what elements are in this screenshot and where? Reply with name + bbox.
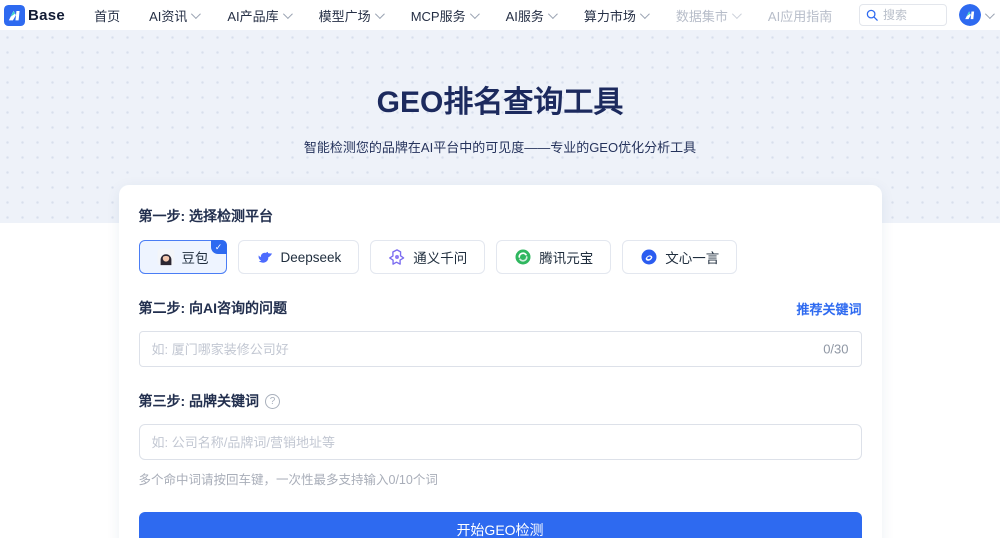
nav-label: AI产品库 — [227, 6, 278, 25]
platform-option-doubao[interactable]: 豆包 ✓ — [139, 240, 227, 274]
aibase-logo[interactable]: Base — [4, 5, 65, 26]
nav-label: 模型广场 — [319, 6, 371, 25]
aibase-logo-icon — [4, 5, 25, 26]
step2-label-text: 第二步: 向AI咨询的问题 — [139, 298, 288, 318]
nav-item-ai-products[interactable]: AI产品库 — [227, 6, 289, 25]
platform-selector: 豆包 ✓ Deepseek 通义千问 腾讯元宝 — [139, 240, 862, 274]
nav-item-data-market[interactable]: 数据集市 — [676, 6, 739, 25]
nav-label: 首页 — [94, 6, 120, 25]
step1-label: 第一步: 选择检测平台 — [139, 206, 862, 226]
chevron-down-icon — [283, 9, 293, 19]
chevron-down-icon — [732, 9, 742, 19]
step2-label: 第二步: 向AI咨询的问题 — [139, 298, 288, 318]
platform-label: 通义千问 — [413, 247, 467, 267]
wenxin-icon — [640, 248, 658, 266]
platform-label: 豆包 — [182, 247, 209, 267]
platform-option-deepseek[interactable]: Deepseek — [238, 240, 360, 274]
deepseek-icon — [256, 248, 274, 266]
geo-tool-card: 第一步: 选择检测平台 豆包 ✓ Deepseek 通义千问 — [119, 185, 882, 538]
avatar — [959, 4, 981, 26]
yuanbao-icon — [514, 248, 532, 266]
page-title: GEO排名查询工具 — [0, 30, 1000, 121]
main-nav: 首页 AI资讯 AI产品库 模型广场 MCP服务 AI服务 算力市场 数据集市 — [94, 6, 832, 25]
keywords-input[interactable] — [139, 424, 862, 460]
step1-label-text: 第一步: 选择检测平台 — [139, 206, 274, 226]
nav-label: AI服务 — [506, 6, 544, 25]
help-icon[interactable]: ? — [265, 394, 280, 409]
qwen-icon — [388, 248, 406, 266]
question-input[interactable] — [139, 331, 862, 367]
chevron-down-icon — [548, 9, 558, 19]
page-subtitle: 智能检测您的品牌在AI平台中的可见度——专业的GEO优化分析工具 — [0, 137, 1000, 156]
chevron-down-icon — [985, 9, 995, 19]
nav-item-ai-service[interactable]: AI服务 — [506, 6, 555, 25]
nav-label: MCP服务 — [411, 6, 466, 25]
question-input-wrap: 0/30 — [139, 331, 862, 367]
nav-label: 算力市场 — [584, 6, 636, 25]
platform-option-wenxin[interactable]: 文心一言 — [622, 240, 737, 274]
platform-option-qwen[interactable]: 通义千问 — [370, 240, 485, 274]
nav-item-mcp-service[interactable]: MCP服务 — [411, 6, 477, 25]
nav-item-home[interactable]: 首页 — [94, 6, 120, 25]
search-input[interactable] — [883, 8, 935, 22]
platform-label: 腾讯元宝 — [539, 247, 593, 267]
platform-option-yuanbao[interactable]: 腾讯元宝 — [496, 240, 611, 274]
top-navbar: Base 首页 AI资讯 AI产品库 模型广场 MCP服务 AI服务 算力市场 — [0, 0, 1000, 30]
nav-label: AI应用指南 — [768, 6, 832, 25]
chevron-down-icon — [640, 9, 650, 19]
search-box[interactable] — [859, 4, 947, 26]
aibase-logo-text: Base — [28, 7, 65, 24]
nav-item-ai-app-guide[interactable]: AI应用指南 — [768, 6, 832, 25]
chevron-down-icon — [470, 9, 480, 19]
question-char-counter: 0/30 — [823, 342, 848, 357]
nav-item-computing-market[interactable]: 算力市场 — [584, 6, 647, 25]
nav-right — [859, 4, 992, 26]
keywords-input-wrap — [139, 424, 862, 460]
search-icon — [866, 9, 878, 21]
nav-item-model-square[interactable]: 模型广场 — [319, 6, 382, 25]
step3-label-text: 第三步: 品牌关键词 — [139, 391, 260, 411]
platform-label: Deepseek — [281, 250, 342, 265]
step2-header: 第二步: 向AI咨询的问题 推荐关键词 — [139, 298, 862, 318]
nav-label: 数据集市 — [676, 6, 728, 25]
nav-item-ai-news[interactable]: AI资讯 — [149, 6, 198, 25]
recommend-keywords-link[interactable]: 推荐关键词 — [796, 299, 861, 318]
nav-label: AI资讯 — [149, 6, 187, 25]
keywords-hint: 多个命中词请按回车键，一次性最多支持输入0/10个词 — [139, 469, 862, 488]
step3-label: 第三步: 品牌关键词 ? — [139, 391, 862, 411]
user-menu[interactable] — [959, 4, 992, 26]
chevron-down-icon — [375, 9, 385, 19]
doubao-icon — [157, 248, 175, 266]
check-icon: ✓ — [211, 240, 227, 254]
start-geo-check-button[interactable]: 开始GEO检测 — [139, 512, 862, 538]
chevron-down-icon — [191, 9, 201, 19]
platform-label: 文心一言 — [665, 247, 719, 267]
